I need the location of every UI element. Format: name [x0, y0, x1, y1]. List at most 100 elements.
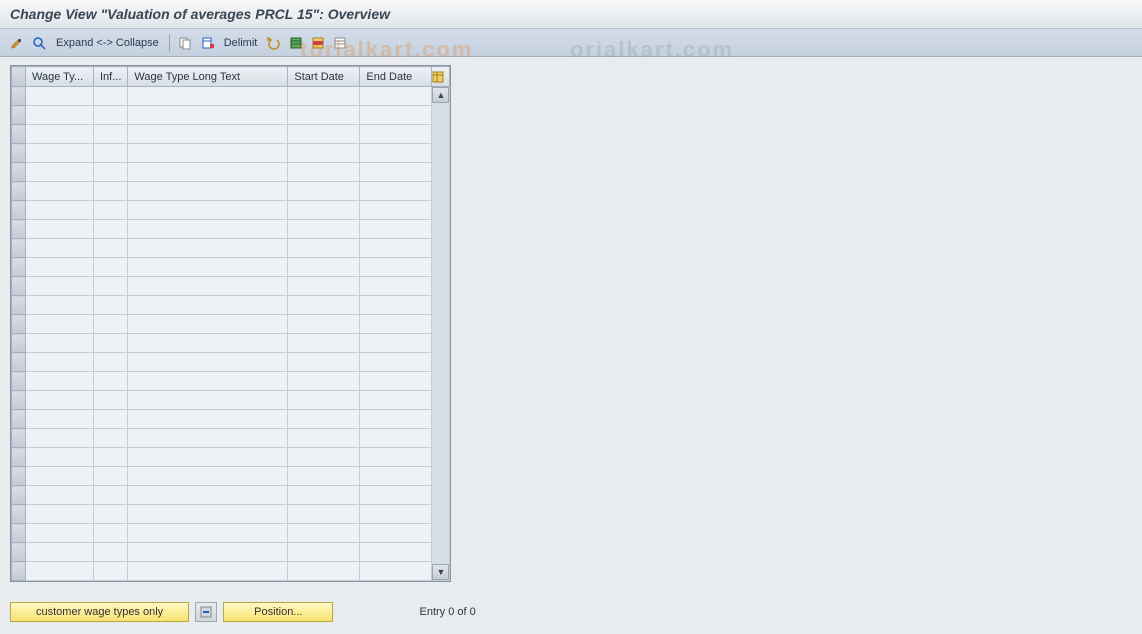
table-cell[interactable] [360, 258, 432, 277]
table-cell[interactable] [26, 543, 94, 562]
table-cell[interactable] [288, 201, 360, 220]
table-cell[interactable] [128, 315, 288, 334]
table-cell[interactable] [128, 296, 288, 315]
row-selector[interactable] [12, 315, 26, 334]
table-cell[interactable] [26, 353, 94, 372]
row-selector[interactable] [12, 239, 26, 258]
table-cell[interactable] [128, 125, 288, 144]
table-cell[interactable] [26, 163, 94, 182]
table-cell[interactable] [26, 220, 94, 239]
table-cell[interactable] [128, 201, 288, 220]
table-cell[interactable] [94, 429, 128, 448]
table-cell[interactable] [288, 562, 360, 581]
row-selector[interactable] [12, 163, 26, 182]
table-cell[interactable] [26, 448, 94, 467]
table-cell[interactable] [360, 467, 432, 486]
table-cell[interactable] [128, 144, 288, 163]
table-cell[interactable] [128, 220, 288, 239]
table-cell[interactable] [360, 334, 432, 353]
col-long-text[interactable]: Wage Type Long Text [128, 67, 288, 87]
table-cell[interactable] [288, 125, 360, 144]
table-cell[interactable] [128, 562, 288, 581]
table-cell[interactable] [360, 182, 432, 201]
table-cell[interactable] [128, 543, 288, 562]
table-cell[interactable] [94, 220, 128, 239]
table-cell[interactable] [94, 296, 128, 315]
table-cell[interactable] [288, 334, 360, 353]
table-cell[interactable] [360, 87, 432, 106]
table-cell[interactable] [288, 182, 360, 201]
table-cell[interactable] [128, 182, 288, 201]
table-cell[interactable] [360, 543, 432, 562]
table-cell[interactable] [94, 543, 128, 562]
row-selector[interactable] [12, 486, 26, 505]
table-cell[interactable] [288, 505, 360, 524]
row-selector[interactable] [12, 106, 26, 125]
table-cell[interactable] [128, 524, 288, 543]
table-cell[interactable] [288, 410, 360, 429]
table-cell[interactable] [360, 410, 432, 429]
table-cell[interactable] [128, 486, 288, 505]
table-cell[interactable] [128, 429, 288, 448]
table-cell[interactable] [26, 429, 94, 448]
delete-icon[interactable] [198, 34, 216, 52]
vertical-scrollbar[interactable]: ▲▼ [432, 87, 450, 581]
table-cell[interactable] [360, 524, 432, 543]
table-cell[interactable] [26, 239, 94, 258]
table-cell[interactable] [288, 87, 360, 106]
select-all-rows[interactable] [12, 67, 26, 87]
table-cell[interactable] [94, 372, 128, 391]
row-selector[interactable] [12, 524, 26, 543]
table-cell[interactable] [26, 410, 94, 429]
table-cell[interactable] [360, 125, 432, 144]
row-selector[interactable] [12, 182, 26, 201]
table-cell[interactable] [128, 163, 288, 182]
select-all-icon[interactable] [287, 34, 305, 52]
table-cell[interactable] [94, 201, 128, 220]
row-selector[interactable] [12, 201, 26, 220]
table-cell[interactable] [288, 486, 360, 505]
table-cell[interactable] [360, 429, 432, 448]
row-selector[interactable] [12, 277, 26, 296]
row-selector[interactable] [12, 258, 26, 277]
table-cell[interactable] [26, 334, 94, 353]
table-cell[interactable] [94, 239, 128, 258]
table-cell[interactable] [128, 239, 288, 258]
table-cell[interactable] [94, 448, 128, 467]
table-cell[interactable] [288, 144, 360, 163]
details-icon[interactable] [30, 34, 48, 52]
table-cell[interactable] [360, 220, 432, 239]
table-cell[interactable] [94, 258, 128, 277]
table-cell[interactable] [360, 315, 432, 334]
deselect-all-icon[interactable] [331, 34, 349, 52]
table-cell[interactable] [128, 505, 288, 524]
table-cell[interactable] [94, 125, 128, 144]
table-cell[interactable] [288, 277, 360, 296]
table-cell[interactable] [288, 353, 360, 372]
table-cell[interactable] [288, 258, 360, 277]
col-end-date[interactable]: End Date [360, 67, 432, 87]
table-cell[interactable] [128, 372, 288, 391]
table-cell[interactable] [360, 296, 432, 315]
col-wage-type[interactable]: Wage Ty... [26, 67, 94, 87]
table-cell[interactable] [94, 467, 128, 486]
table-cell[interactable] [288, 391, 360, 410]
table-cell[interactable] [128, 353, 288, 372]
table-cell[interactable] [26, 106, 94, 125]
row-selector[interactable] [12, 448, 26, 467]
table-cell[interactable] [360, 277, 432, 296]
copy-icon[interactable] [176, 34, 194, 52]
table-cell[interactable] [94, 144, 128, 163]
select-block-icon[interactable] [309, 34, 327, 52]
expand-collapse-button[interactable]: Expand <-> Collapse [52, 37, 163, 49]
table-cell[interactable] [288, 524, 360, 543]
table-cell[interactable] [360, 391, 432, 410]
row-selector[interactable] [12, 562, 26, 581]
scroll-down-icon[interactable]: ▼ [432, 564, 449, 580]
table-cell[interactable] [26, 467, 94, 486]
table-cell[interactable] [288, 467, 360, 486]
col-start-date[interactable]: Start Date [288, 67, 360, 87]
table-cell[interactable] [128, 87, 288, 106]
table-cell[interactable] [26, 505, 94, 524]
table-cell[interactable] [26, 391, 94, 410]
